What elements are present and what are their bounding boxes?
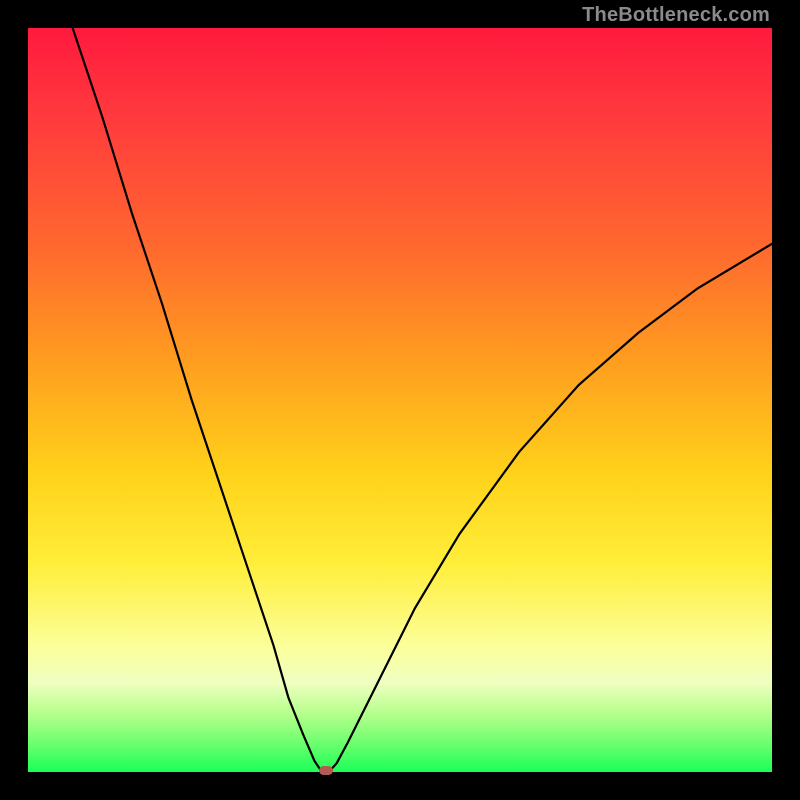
chart-frame: TheBottleneck.com	[0, 0, 800, 800]
optimum-marker	[319, 766, 333, 775]
plot-area	[28, 28, 772, 772]
bottleneck-curve	[28, 28, 772, 772]
attribution-label: TheBottleneck.com	[582, 4, 770, 27]
